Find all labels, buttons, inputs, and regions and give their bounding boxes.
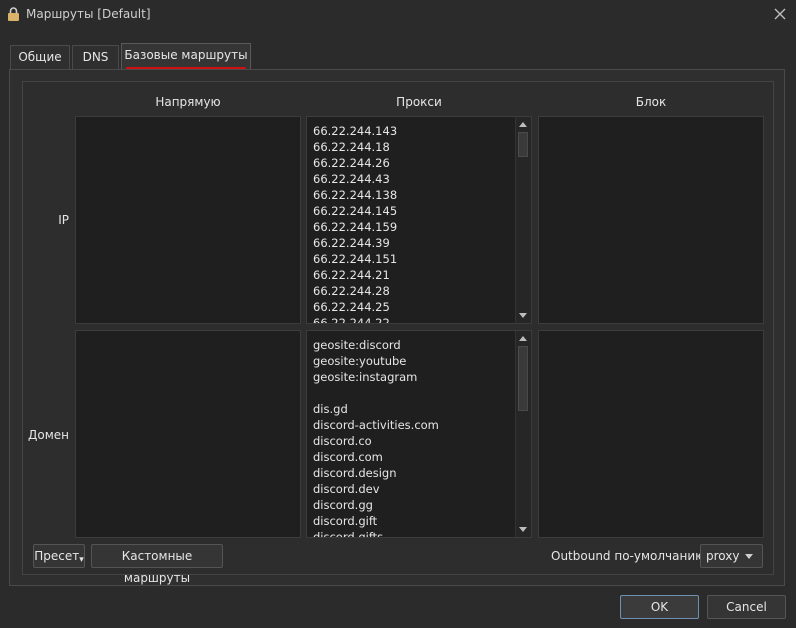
- scrollbar-thumb[interactable]: [518, 132, 528, 157]
- row-header-ip: IP: [58, 213, 69, 227]
- tab-base-routes[interactable]: Базовые маршруты: [121, 43, 251, 71]
- column-header-direct: Напрямую: [155, 95, 221, 109]
- proxy-ip-line: 66.22.244.159: [313, 220, 398, 234]
- proxy-ip-line: 66.22.244.22: [313, 316, 390, 324]
- scroll-up-icon[interactable]: [519, 336, 527, 341]
- preset-dropdown-indicator: ▾: [79, 555, 84, 565]
- outbound-select-value: proxy: [706, 549, 740, 563]
- column-header-proxy: Прокси: [396, 95, 442, 109]
- tab-general[interactable]: Общие: [10, 45, 70, 69]
- scroll-down-icon[interactable]: [519, 313, 527, 318]
- direct-domain-textarea[interactable]: [75, 330, 301, 538]
- proxy-domain-line: discord.design: [313, 466, 397, 480]
- proxy-ip-line: 66.22.244.143: [313, 124, 398, 138]
- block-ip-textarea[interactable]: [538, 116, 764, 324]
- scroll-up-icon[interactable]: [519, 122, 527, 127]
- proxy-domain-line: discord.gift: [313, 514, 378, 528]
- proxy-ip-line: 66.22.244.43: [313, 172, 390, 186]
- custom-routes-button[interactable]: Кастомные маршруты: [91, 544, 223, 585]
- cancel-button[interactable]: Cancel: [707, 595, 786, 619]
- proxy-ip-line: 66.22.244.21: [313, 268, 390, 282]
- proxy-domain-line: discord-activities.com: [313, 418, 439, 432]
- title-bar: Маршруты [Default]: [0, 0, 796, 30]
- scroll-down-icon[interactable]: [519, 527, 527, 532]
- proxy-ip-textarea[interactable]: 66.22.244.143 66.22.244.18 66.22.244.26 66.…: [306, 116, 532, 324]
- tab-panel: Напрямую Прокси Блок IP Домен 66.22.244.…: [9, 69, 785, 586]
- direct-ip-textarea[interactable]: [75, 116, 301, 324]
- tab-dns[interactable]: DNS: [72, 45, 119, 69]
- proxy-ip-line: 66.22.244.145: [313, 204, 398, 218]
- proxy-ip-scrollbar[interactable]: [515, 117, 531, 323]
- preset-button[interactable]: Пресет▾: [33, 544, 85, 568]
- column-header-block: Блок: [635, 95, 667, 109]
- proxy-domain-line: geosite:discord: [313, 338, 401, 352]
- proxy-domain-line: discord.co: [313, 434, 372, 448]
- proxy-domain-line: discord.com: [313, 450, 383, 464]
- block-domain-textarea[interactable]: [538, 330, 764, 538]
- window-title: Маршруты [Default]: [26, 7, 151, 21]
- row-header-domain: Домен: [28, 428, 69, 442]
- proxy-ip-line: 66.22.244.39: [313, 236, 390, 250]
- tab-dns-label: DNS: [82, 50, 109, 64]
- proxy-ip-line: 66.22.244.151: [313, 252, 398, 266]
- close-icon[interactable]: [772, 6, 788, 22]
- proxy-domain-line: dis.gd: [313, 402, 348, 416]
- preset-button-label: Пресет: [34, 549, 80, 563]
- proxy-domain-textarea[interactable]: geosite:discord geosite:youtube geosite:in…: [306, 330, 532, 538]
- scrollbar-thumb[interactable]: [518, 346, 528, 411]
- ok-button[interactable]: OK: [620, 595, 699, 619]
- routes-group: Напрямую Прокси Блок IP Домен 66.22.244.…: [22, 81, 774, 585]
- proxy-domain-line: discord.gifts: [313, 530, 384, 538]
- proxy-ip-line: 66.22.244.28: [313, 284, 390, 298]
- lock-icon: [8, 7, 19, 21]
- outbound-select[interactable]: proxy: [700, 544, 763, 568]
- proxy-domain-line: [313, 385, 439, 401]
- tab-general-label: Общие: [18, 50, 62, 64]
- proxy-domain-scrollbar[interactable]: [515, 331, 531, 537]
- outbound-label: Outbound по-умолчанию: [551, 549, 706, 563]
- proxy-ip-list: 66.22.244.143 66.22.244.18 66.22.244.26 66.…: [313, 123, 398, 324]
- proxy-domain-line: geosite:instagram: [313, 370, 418, 384]
- tab-base-routes-label: Базовые маршруты: [124, 48, 248, 62]
- proxy-ip-line: 66.22.244.26: [313, 156, 390, 170]
- proxy-domain-list: geosite:discord geosite:youtube geosite:in…: [313, 337, 439, 538]
- proxy-ip-line: 66.22.244.138: [313, 188, 398, 202]
- chevron-down-icon: [745, 554, 753, 559]
- proxy-domain-line: discord.gg: [313, 498, 373, 512]
- proxy-domain-line: discord.dev: [313, 482, 380, 496]
- proxy-domain-line: geosite:youtube: [313, 354, 407, 368]
- proxy-ip-line: 66.22.244.25: [313, 300, 390, 314]
- proxy-ip-line: 66.22.244.18: [313, 140, 390, 154]
